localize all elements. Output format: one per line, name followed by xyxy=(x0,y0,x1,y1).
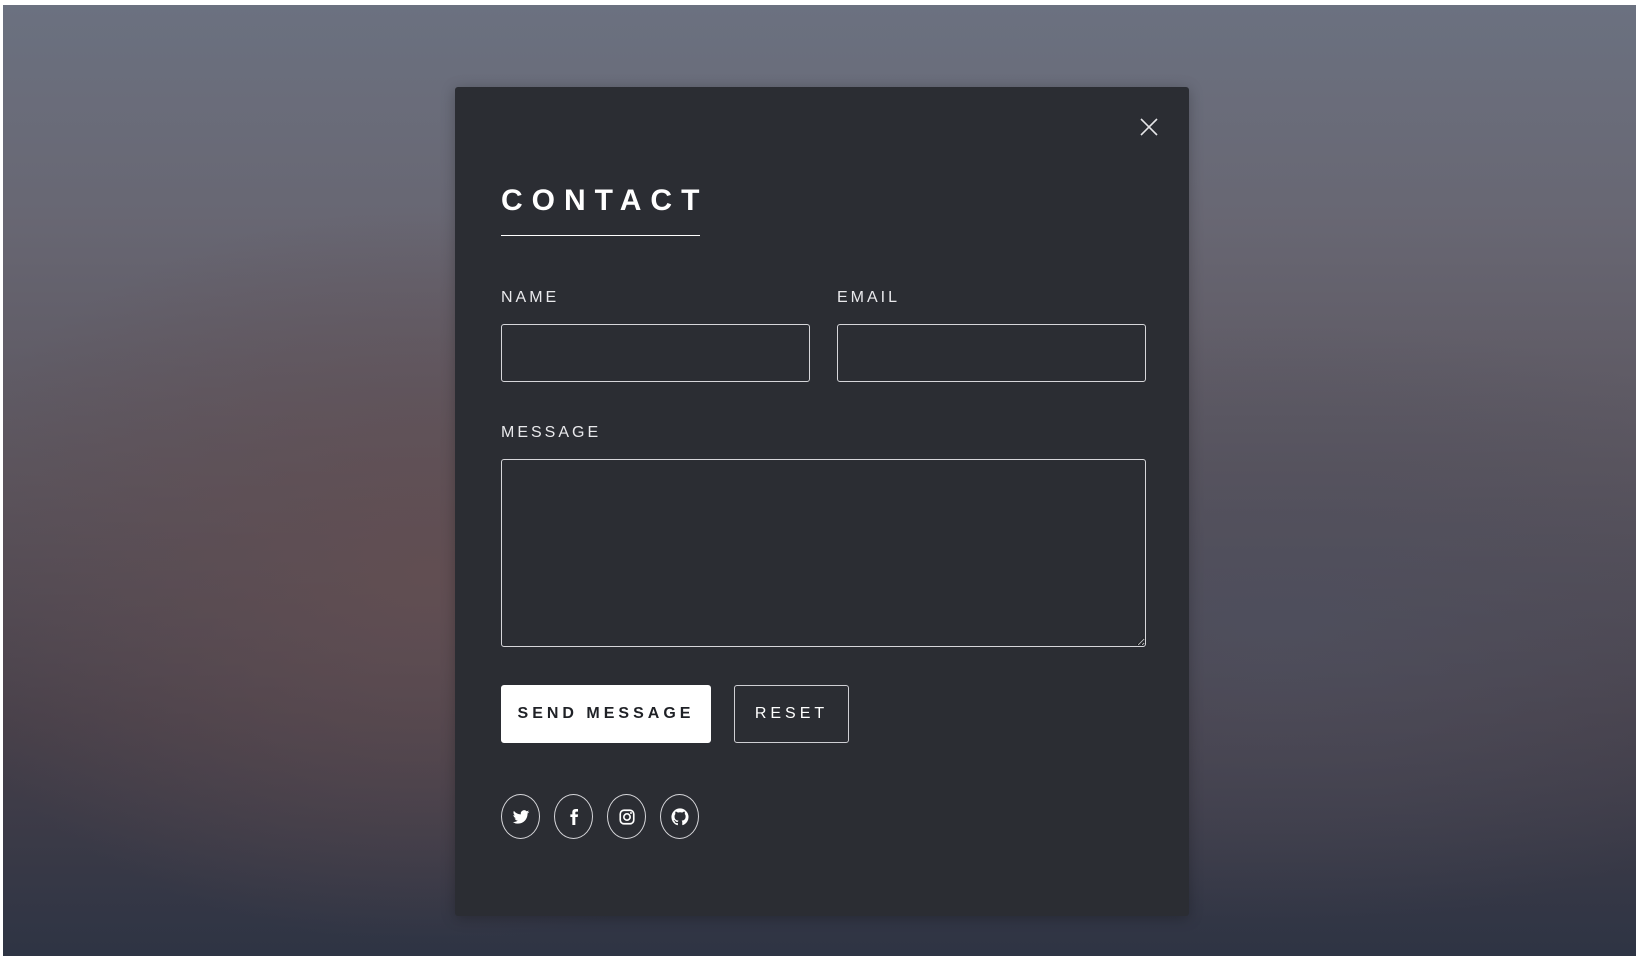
send-message-button[interactable]: SEND MESSAGE xyxy=(501,685,711,743)
github-icon xyxy=(670,807,689,825)
twitter-link[interactable] xyxy=(501,794,540,839)
instagram-icon xyxy=(618,808,635,825)
close-icon xyxy=(1140,118,1158,136)
message-label: MESSAGE xyxy=(501,424,602,441)
message-field[interactable] xyxy=(501,459,1146,647)
facebook-icon xyxy=(569,808,578,825)
reset-button[interactable]: RESET xyxy=(734,685,849,743)
facebook-link[interactable] xyxy=(554,794,593,839)
twitter-icon xyxy=(512,809,529,824)
page-title: CONTACT xyxy=(501,184,709,217)
github-link[interactable] xyxy=(660,794,699,839)
name-field[interactable] xyxy=(501,324,810,382)
close-button[interactable] xyxy=(1137,115,1161,139)
contact-modal: CONTACT NAME EMAIL MESSAGE SEND MESSAGE … xyxy=(455,87,1189,916)
email-field[interactable] xyxy=(837,324,1146,382)
title-underline xyxy=(501,235,700,236)
social-links xyxy=(501,794,699,841)
email-label: EMAIL xyxy=(837,289,901,306)
instagram-link[interactable] xyxy=(607,794,646,839)
name-label: NAME xyxy=(501,289,560,306)
